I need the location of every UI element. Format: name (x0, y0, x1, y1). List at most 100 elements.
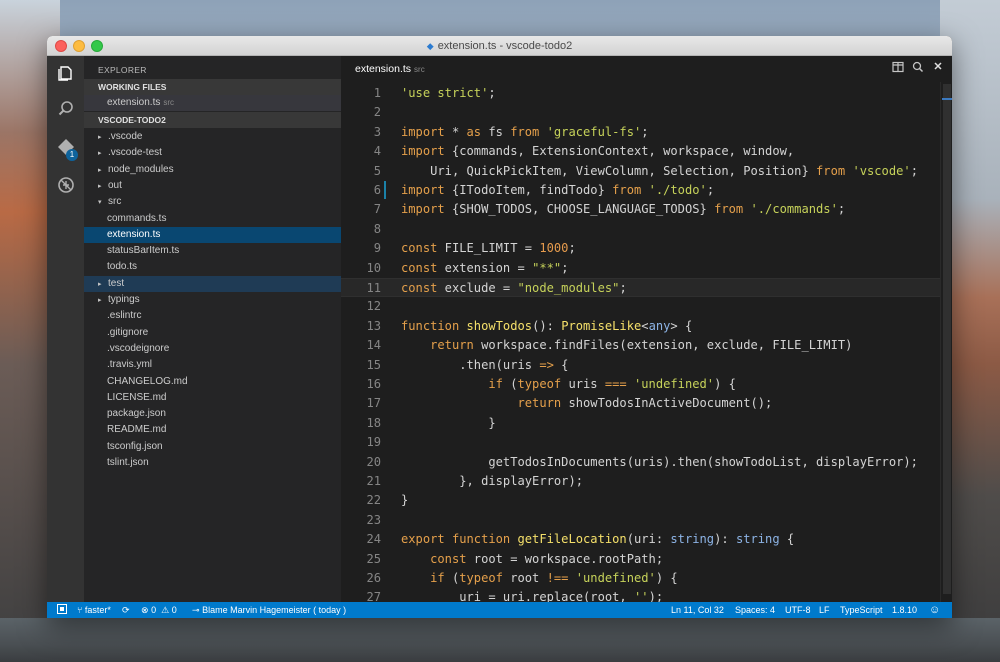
indentation-status[interactable]: Spaces: 4 (735, 602, 775, 618)
tree-item-label: node_modules (108, 163, 174, 175)
line-number: 9 (373, 241, 381, 256)
window-close-button[interactable] (55, 40, 67, 52)
code-token: 'undefined' (634, 377, 715, 391)
editor-scrollbar[interactable] (940, 82, 952, 602)
code-token: ); (648, 590, 664, 602)
code-line[interactable]: 27 uri = uri.replace(root, ''); (341, 588, 940, 602)
code-line[interactable]: 11 const exclude = "node_modules"; (341, 278, 940, 298)
code-line[interactable]: 22} (341, 491, 940, 510)
tree-item[interactable]: todo.ts (84, 259, 341, 275)
scrollbar-thumb[interactable] (943, 84, 951, 594)
code-line[interactable]: 5 Uri, QuickPickItem, ViewColumn, Select… (341, 162, 940, 181)
tree-item[interactable]: extension.ts (84, 226, 341, 243)
line-text: const extension = "**"; (401, 259, 568, 278)
tree-item[interactable]: ▸ typings (84, 292, 341, 308)
code-line[interactable]: 13 function showTodos(): PromiseLike<any>… (341, 317, 940, 336)
tree-item-label: tslint.json (107, 457, 149, 468)
line-number: 3 (373, 124, 381, 139)
code-line[interactable]: 19 (341, 433, 940, 452)
tree-item[interactable]: CHANGELOG.md (84, 374, 341, 390)
tree-item[interactable]: ▸ out (84, 178, 341, 194)
open-changes-icon[interactable] (911, 61, 925, 75)
working-files-header[interactable]: WORKING FILES (84, 79, 341, 95)
tree-item[interactable]: ▾ src (84, 194, 341, 210)
source-control-icon[interactable]: 1 (47, 132, 84, 168)
line-text: } (401, 491, 408, 510)
code-line[interactable]: 3 import * as fs from 'graceful-fs'; (341, 123, 940, 142)
status-bar: ⑂ faster* ⟳ ⊗ 0 ⚠ 0 ⊸ Blame Marvin Hagem… (47, 602, 952, 618)
sync-status-icon[interactable] (57, 602, 67, 618)
problems-status[interactable]: ⊗ 0 ⚠ 0 (141, 602, 177, 618)
code-token: typeof (459, 571, 503, 585)
code-token: { (779, 532, 795, 547)
line-text: 'use strict'; (401, 84, 503, 103)
code-line[interactable]: 14 return workspace.findFiles(extension,… (341, 336, 940, 355)
tree-item[interactable]: ▸ .vscode (84, 129, 341, 145)
tree-item-label: typings (108, 294, 140, 305)
code-line[interactable]: 17 return showTodosInActiveDocument(); (341, 394, 940, 413)
tree-item[interactable]: tsconfig.json (84, 439, 341, 455)
tree-item[interactable]: statusBarItem.ts (84, 243, 341, 259)
window-minimize-button[interactable] (73, 40, 85, 52)
line-number: 27 (366, 590, 381, 602)
desktop-wallpaper-bottom (0, 618, 1000, 662)
code-line[interactable]: 7 import {SHOW_TODOS, CHOOSE_LANGUAGE_TOD… (341, 200, 940, 219)
tree-item[interactable]: .eslintrc (84, 308, 341, 324)
code-token: function (401, 318, 460, 333)
search-icon[interactable] (47, 94, 84, 130)
code-line[interactable]: 23 (341, 511, 940, 530)
code-line[interactable]: 21 }, displayError); (341, 472, 940, 491)
tree-item[interactable]: .travis.yml (84, 357, 341, 373)
tree-item-label: statusBarItem.ts (107, 245, 180, 257)
branch-status[interactable]: ⑂ faster* (77, 602, 111, 618)
cursor-position[interactable]: Ln 11, Col 32 (671, 602, 724, 618)
code-line[interactable]: 9 const FILE_LIMIT = 1000; (341, 239, 940, 258)
code-line[interactable]: 20 getTodosInDocuments(uris).then(showTo… (341, 453, 940, 472)
code-line[interactable]: 26 if (typeof root !== 'undefined') { (341, 569, 940, 588)
split-editor-icon[interactable] (891, 61, 905, 75)
blame-status[interactable]: ⊸ Blame Marvin Hagemeister ( today ) (192, 602, 346, 618)
code-line[interactable]: 4 import {commands, ExtensionContext, wor… (341, 142, 940, 161)
window-zoom-button[interactable] (91, 40, 103, 52)
explorer-icon[interactable] (47, 58, 84, 94)
tree-item[interactable]: package.json (84, 406, 341, 422)
code-line[interactable]: 16 if (typeof uris === 'undefined') { (341, 375, 940, 394)
code-token: => (539, 357, 554, 372)
sync-icon[interactable]: ⟳ (122, 602, 130, 618)
tree-item[interactable]: .vscodeignore (84, 341, 341, 357)
code-line[interactable]: 8 (341, 220, 940, 239)
code-line[interactable]: 25 const root = workspace.rootPath; (341, 550, 940, 569)
tree-item[interactable]: commands.ts (84, 211, 341, 227)
code-line[interactable]: 12 (341, 297, 940, 316)
editor-tab[interactable]: extension.ts src (355, 63, 425, 75)
project-header[interactable]: VSCODE-TODO2 (84, 112, 341, 128)
working-file-item[interactable]: extension.ts src (84, 95, 341, 111)
code-line[interactable]: 24 export function getFileLocation(uri: s… (341, 530, 940, 549)
tree-item[interactable]: ▸ test (84, 275, 341, 292)
explorer-sidebar: EXPLORER WORKING FILES extension.ts src V… (84, 56, 341, 602)
tree-item[interactable]: LICENSE.md (84, 390, 341, 406)
code-line[interactable]: 10 const extension = "**"; (341, 259, 940, 278)
eol-status[interactable]: LF (819, 602, 830, 618)
tree-item[interactable]: ▸ node_modules (84, 162, 341, 178)
code-editor[interactable]: 1'use strict'; 2 3 import * as fs from 'gr… (341, 82, 940, 602)
encoding-status[interactable]: UTF-8 (785, 602, 811, 618)
version-status[interactable]: 1.8.10 (892, 602, 917, 618)
code-token: ; (706, 183, 715, 197)
close-editor-icon[interactable] (931, 61, 945, 75)
language-status[interactable]: TypeScript (840, 602, 883, 618)
line-number: 18 (366, 415, 381, 430)
tree-item[interactable]: tslint.json (84, 455, 341, 471)
feedback-smiley-icon[interactable]: ☺ (929, 602, 940, 618)
code-line[interactable]: 18 } (341, 414, 940, 433)
code-line[interactable]: 15 .then(uris => { (341, 356, 940, 375)
code-line[interactable]: 6 import {ITodoItem, findTodo} from './to… (341, 181, 940, 200)
tree-item[interactable]: README.md (84, 422, 341, 438)
code-line[interactable]: 1 'use strict'; (341, 84, 940, 103)
debug-icon[interactable] (47, 170, 84, 206)
code-line[interactable]: 2 (341, 103, 940, 122)
tree-item[interactable]: .gitignore (84, 325, 341, 341)
tree-item[interactable]: ▸ .vscode-test (84, 145, 341, 161)
